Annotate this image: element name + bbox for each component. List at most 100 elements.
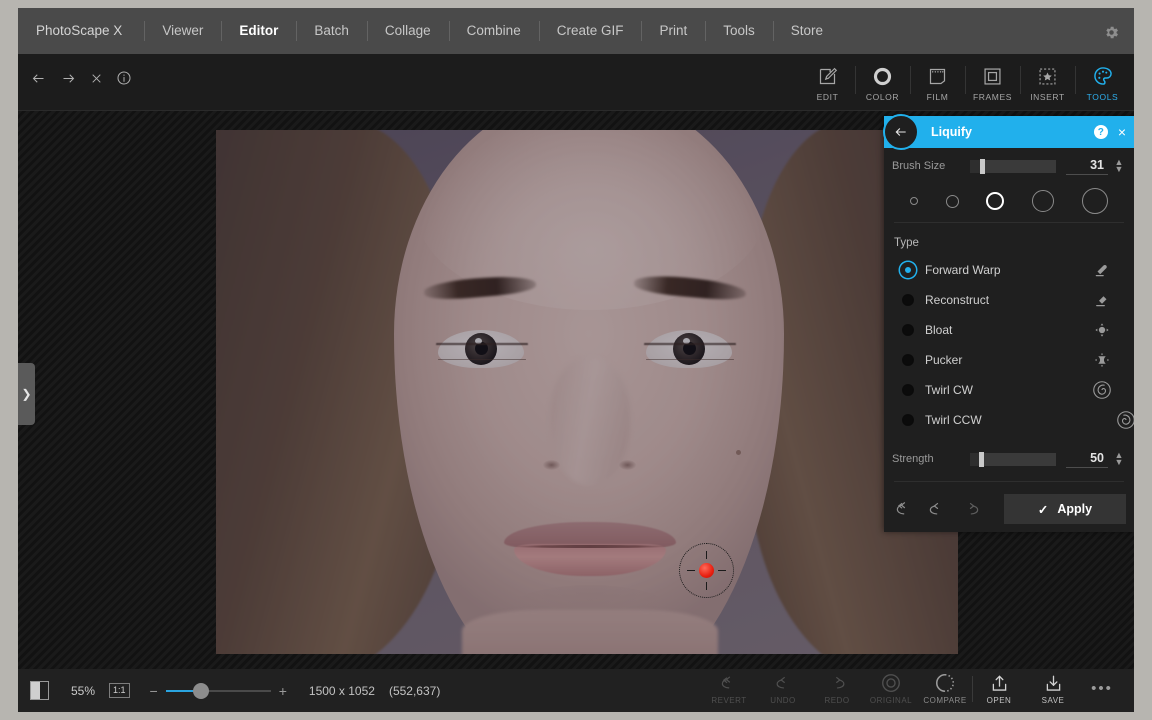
close-icon[interactable]: × xyxy=(1118,125,1126,139)
menu-item-editor[interactable]: Editor xyxy=(221,8,296,54)
frame-square-icon xyxy=(982,63,1003,89)
type-option-bloat[interactable]: Bloat xyxy=(884,315,1134,345)
brush-size-slider[interactable] xyxy=(970,158,1056,174)
forward-warp-icon xyxy=(1084,261,1120,279)
tab-film[interactable]: FILM xyxy=(910,58,965,102)
tab-frames-label: FRAMES xyxy=(972,92,1013,102)
brush-size-stepper[interactable]: ▲ ▼ xyxy=(1112,158,1126,173)
close-icon[interactable] xyxy=(90,72,103,85)
menu-item-combine[interactable]: Combine xyxy=(448,8,539,54)
pencil-square-icon xyxy=(817,63,838,89)
brush-tick-top xyxy=(706,551,708,559)
zoom-slider[interactable] xyxy=(165,682,271,699)
compare-label: COMPARE xyxy=(923,696,967,705)
redo-button[interactable]: REDO xyxy=(810,672,864,709)
strength-slider[interactable] xyxy=(970,451,1056,467)
type-label-bloat: Bloat xyxy=(925,323,953,337)
undo-icon[interactable] xyxy=(927,500,948,519)
compare-button[interactable]: COMPARE xyxy=(918,672,972,709)
menu-item-tools[interactable]: Tools xyxy=(705,8,773,54)
redo-label: REDO xyxy=(824,696,850,705)
brush-preset-3[interactable] xyxy=(986,192,1005,210)
menu-item-collage[interactable]: Collage xyxy=(366,8,449,54)
tab-tools[interactable]: TOOLS xyxy=(1075,58,1130,102)
radio-reconstruct[interactable] xyxy=(902,294,914,306)
tool-tabs: EDIT COLOR FILM FRAMES INSERT TOOLS xyxy=(800,58,1130,102)
gear-icon[interactable] xyxy=(1098,19,1124,45)
menu-item-create-gif[interactable]: Create GIF xyxy=(538,8,642,54)
brush-size-slider-knob[interactable] xyxy=(980,158,986,174)
zoom-slider-group: − + xyxy=(150,682,287,699)
radio-twirl-ccw[interactable] xyxy=(902,414,914,426)
page-background: PhotoScape X Viewer Editor Batch Collage… xyxy=(0,0,1152,720)
tab-insert[interactable]: INSERT xyxy=(1020,58,1075,102)
original-label: ORIGINAL xyxy=(869,696,913,705)
brush-preset-4[interactable] xyxy=(1032,190,1055,212)
brush-center-dot xyxy=(699,563,714,578)
liquify-panel-footer: ✓ Apply xyxy=(884,486,1134,532)
brush-preset-5[interactable] xyxy=(1082,188,1109,214)
strength-stepper[interactable]: ▲ ▼ xyxy=(1112,451,1126,466)
zoom-out-icon[interactable]: − xyxy=(150,684,158,698)
editor-canvas[interactable]: ❯ Liquify ? × Brush Size 31 ▲ ▼ Type For… xyxy=(18,111,1134,669)
back-arrow-icon[interactable] xyxy=(30,71,47,86)
info-icon[interactable] xyxy=(116,70,132,86)
zoom-slider-knob[interactable] xyxy=(193,682,209,699)
check-icon: ✓ xyxy=(1037,502,1049,517)
type-option-pucker[interactable]: Pucker xyxy=(884,345,1134,375)
eye-left xyxy=(436,330,528,368)
undo-icon xyxy=(773,672,794,694)
split-right-half xyxy=(40,682,49,699)
radio-twirl-cw[interactable] xyxy=(902,384,914,396)
open-button[interactable]: OPEN xyxy=(972,672,1026,709)
apply-button[interactable]: ✓ Apply xyxy=(1004,494,1126,524)
save-download-icon xyxy=(1043,672,1064,694)
redo-icon[interactable] xyxy=(960,500,981,519)
type-label-twirl-ccw: Twirl CCW xyxy=(925,413,982,427)
chevron-right-icon: ❯ xyxy=(21,387,32,401)
original-button[interactable]: ORIGINAL xyxy=(864,672,918,709)
split-left-half xyxy=(31,682,40,699)
type-section-label: Type xyxy=(894,237,919,249)
panel-back-button[interactable] xyxy=(883,114,919,150)
zoom-1to1-button[interactable]: 1:1 xyxy=(109,683,130,698)
panel-divider-bottom xyxy=(894,481,1124,482)
save-button[interactable]: SAVE xyxy=(1026,672,1080,709)
radio-pucker[interactable] xyxy=(902,354,914,366)
menu-item-store[interactable]: Store xyxy=(772,8,841,54)
reset-all-icon[interactable] xyxy=(894,500,915,519)
type-option-forward-warp[interactable]: Forward Warp xyxy=(884,255,1134,285)
zoom-percent-label: 55% xyxy=(71,683,96,698)
brush-size-value[interactable]: 31 xyxy=(1066,158,1108,175)
strength-value[interactable]: 50 xyxy=(1066,451,1108,468)
tab-color[interactable]: COLOR xyxy=(855,58,910,102)
tab-edit[interactable]: EDIT xyxy=(800,58,855,102)
menu-item-print[interactable]: Print xyxy=(641,8,705,54)
type-option-twirl-cw[interactable]: Twirl CW xyxy=(884,375,1134,405)
nostril-left xyxy=(543,460,560,470)
revert-button[interactable]: REVERT xyxy=(702,672,756,709)
liquify-brush-cursor xyxy=(679,543,734,598)
photo-container[interactable] xyxy=(216,130,958,654)
panel-title: Liquify xyxy=(931,125,972,139)
radio-bloat[interactable] xyxy=(902,324,914,336)
forward-arrow-icon[interactable] xyxy=(60,71,77,86)
menu-item-viewer[interactable]: Viewer xyxy=(144,8,221,54)
brush-preset-1[interactable] xyxy=(909,197,918,205)
type-option-twirl-ccw[interactable]: Twirl CCW xyxy=(884,405,1134,435)
tab-frames[interactable]: FRAMES xyxy=(965,58,1020,102)
revert-label: REVERT xyxy=(711,696,747,705)
brush-size-slider-fill xyxy=(970,159,981,173)
undo-button[interactable]: UNDO xyxy=(756,672,810,709)
type-option-reconstruct[interactable]: Reconstruct xyxy=(884,285,1134,315)
more-options-button[interactable]: ••• xyxy=(1080,680,1124,709)
help-icon[interactable]: ? xyxy=(1093,125,1108,139)
revert-icon xyxy=(719,672,740,694)
left-panel-expand-handle[interactable]: ❯ xyxy=(18,363,35,425)
split-view-icon[interactable] xyxy=(30,681,49,700)
strength-slider-knob[interactable] xyxy=(978,451,984,467)
radio-forward-warp[interactable] xyxy=(902,264,914,276)
menu-item-batch[interactable]: Batch xyxy=(296,8,367,54)
zoom-in-icon[interactable]: + xyxy=(279,684,287,698)
brush-preset-2[interactable] xyxy=(945,194,959,208)
